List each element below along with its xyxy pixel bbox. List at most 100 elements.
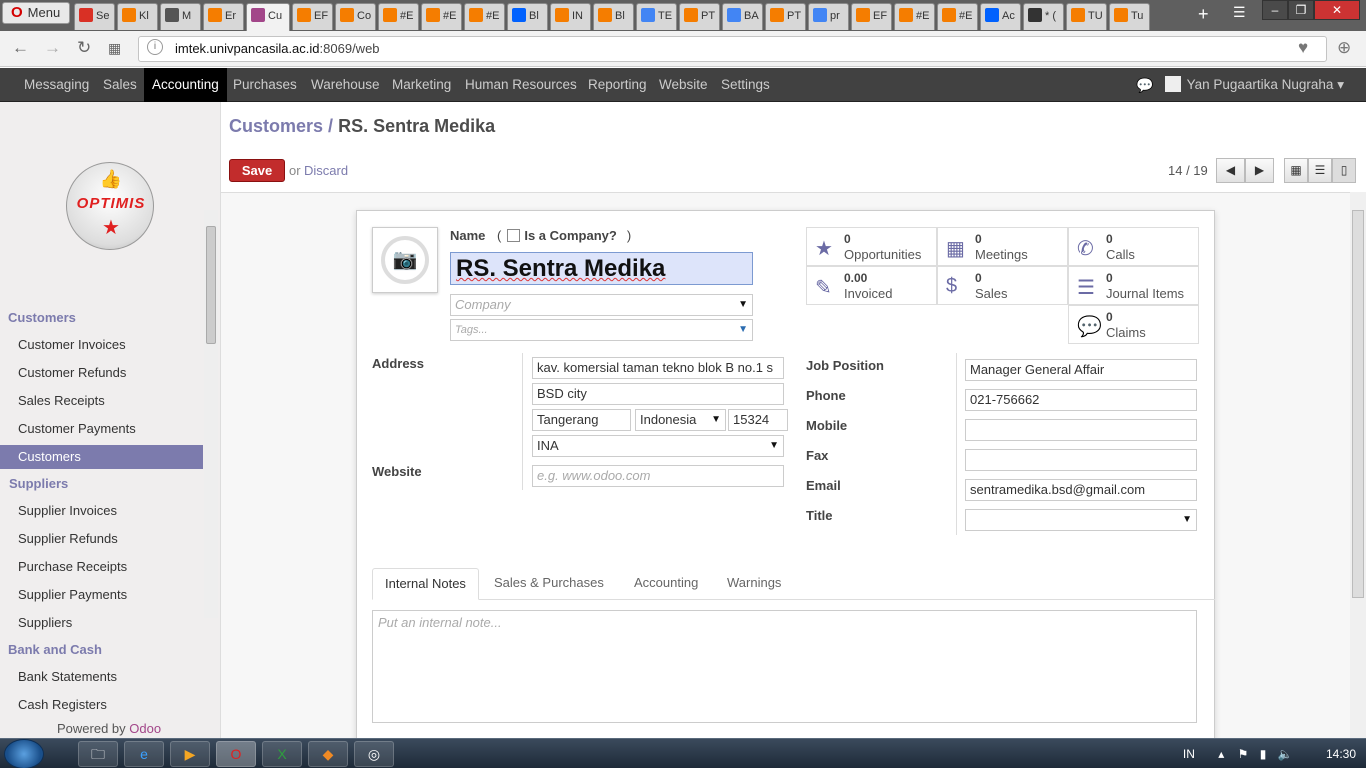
top-menu-reporting[interactable]: Reporting bbox=[588, 68, 647, 102]
user-menu[interactable]: Yan Pugaartika Nugraha ▾ bbox=[1164, 68, 1344, 102]
site-info-icon[interactable]: i bbox=[147, 39, 163, 55]
heart-icon[interactable]: ♥ bbox=[1298, 39, 1308, 57]
email-input[interactable]: sentramedika.bsd@gmail.com bbox=[965, 479, 1197, 501]
sidebar-scroll-thumb[interactable] bbox=[206, 226, 216, 344]
sidebar-item-bank-statements[interactable]: Bank Statements bbox=[0, 665, 203, 689]
close-window-button[interactable]: ✕ bbox=[1314, 0, 1360, 20]
network-icon[interactable]: ▮ bbox=[1260, 747, 1267, 761]
explorer-icon[interactable]: 🗀 bbox=[78, 741, 118, 767]
country-select[interactable]: Indonesia ▼ bbox=[635, 409, 726, 431]
sidebar-item-cash-registers[interactable]: Cash Registers bbox=[0, 693, 203, 717]
sidebar-section-bank-and-cash[interactable]: Bank and Cash bbox=[8, 642, 102, 657]
street-input[interactable]: kav. komersial taman tekno blok B no.1 s bbox=[532, 357, 784, 379]
top-menu-human-resources[interactable]: Human Resources bbox=[465, 68, 577, 102]
internal-notes-textarea[interactable]: Put an internal note... bbox=[372, 610, 1197, 723]
app-icon[interactable]: ◎ bbox=[354, 741, 394, 767]
forward-icon[interactable]: → bbox=[44, 39, 61, 57]
volume-icon[interactable]: 🔈 bbox=[1278, 747, 1293, 761]
chat-icon[interactable]: 💬 bbox=[1136, 68, 1153, 102]
discard-link[interactable]: Discard bbox=[304, 163, 348, 178]
zip-input[interactable]: 15324 bbox=[728, 409, 788, 431]
browser-tab[interactable]: Kl bbox=[117, 3, 158, 30]
browser-tab[interactable]: #E bbox=[421, 3, 462, 30]
media-player-icon[interactable]: ▶ bbox=[170, 741, 210, 767]
form-view-button[interactable]: ▯ bbox=[1332, 158, 1356, 183]
state-select[interactable]: INA ▼ bbox=[532, 435, 784, 457]
tray-arrow-icon[interactable]: ▴ bbox=[1218, 747, 1224, 761]
breadcrumb-customers-link[interactable]: Customers bbox=[229, 116, 323, 136]
clock[interactable]: 14:30 bbox=[1326, 747, 1356, 761]
browser-tab[interactable]: * ( bbox=[1023, 3, 1064, 30]
package-icon[interactable]: ◆ bbox=[308, 741, 348, 767]
sidebar-item-customer-invoices[interactable]: Customer Invoices bbox=[0, 333, 203, 357]
title-select[interactable]: ▼ bbox=[965, 509, 1197, 531]
odoo-link[interactable]: Odoo bbox=[129, 721, 161, 736]
company-select[interactable]: Company ▼ bbox=[450, 294, 753, 316]
top-menu-accounting[interactable]: Accounting bbox=[144, 68, 227, 102]
stat-button-opportunities[interactable]: ★ 0 Opportunities bbox=[806, 227, 937, 266]
maximize-button[interactable]: ❐ bbox=[1288, 0, 1314, 20]
browser-tab[interactable]: M bbox=[160, 3, 201, 30]
browser-tab[interactable]: #E bbox=[937, 3, 978, 30]
excel-icon[interactable]: X bbox=[262, 741, 302, 767]
mobile-input[interactable] bbox=[965, 419, 1197, 441]
browser-tab[interactable]: Bl bbox=[593, 3, 634, 30]
language-indicator[interactable]: IN bbox=[1183, 747, 1195, 761]
browser-tab[interactable]: pr bbox=[808, 3, 849, 30]
fax-input[interactable] bbox=[965, 449, 1197, 471]
browser-tab[interactable]: EF bbox=[292, 3, 333, 30]
browser-tab[interactable]: TU bbox=[1066, 3, 1107, 30]
internet-explorer-icon[interactable]: e bbox=[124, 741, 164, 767]
download-icon[interactable]: ⊕ bbox=[1337, 39, 1351, 57]
back-icon[interactable]: ← bbox=[12, 39, 29, 57]
website-input[interactable]: e.g. www.odoo.com bbox=[532, 465, 784, 487]
browser-tab[interactable]: Cu bbox=[246, 3, 290, 31]
stat-button-journal-items[interactable]: ☰ 0 Journal Items bbox=[1068, 266, 1199, 305]
sidebar-item-sales-receipts[interactable]: Sales Receipts bbox=[0, 389, 203, 413]
browser-tab[interactable]: IN bbox=[550, 3, 591, 30]
tab-internal-notes[interactable]: Internal Notes bbox=[372, 568, 479, 600]
name-input[interactable]: RS. Sentra Medika bbox=[450, 252, 753, 285]
sidebar-item-supplier-refunds[interactable]: Supplier Refunds bbox=[0, 527, 203, 551]
stat-button-calls[interactable]: ✆ 0 Calls bbox=[1068, 227, 1199, 266]
browser-tab[interactable]: EF bbox=[851, 3, 892, 30]
top-menu-sales[interactable]: Sales bbox=[103, 68, 137, 102]
browser-tab[interactable]: Tu bbox=[1109, 3, 1150, 30]
pager-next-button[interactable]: ▶ bbox=[1245, 158, 1274, 183]
sidebar-item-purchase-receipts[interactable]: Purchase Receipts bbox=[0, 555, 203, 579]
sidebar-item-supplier-payments[interactable]: Supplier Payments bbox=[0, 583, 203, 607]
top-menu-warehouse[interactable]: Warehouse bbox=[311, 68, 380, 102]
sidebar-item-supplier-invoices[interactable]: Supplier Invoices bbox=[0, 499, 203, 523]
street2-input[interactable]: BSD city bbox=[532, 383, 784, 405]
save-button[interactable]: Save bbox=[229, 159, 285, 182]
url-field[interactable]: imtek.univpancasila.ac.id:8069/web bbox=[138, 36, 1327, 62]
flag-icon[interactable]: ⚑ bbox=[1238, 747, 1249, 761]
opera-menu-button[interactable]: O Menu bbox=[2, 2, 70, 24]
browser-tab[interactable]: #E bbox=[894, 3, 935, 30]
stat-button-sales[interactable]: $0 Sales bbox=[937, 266, 1068, 305]
is-company-checkbox[interactable] bbox=[507, 229, 521, 242]
sidebar-section-suppliers[interactable]: Suppliers bbox=[9, 476, 68, 491]
tags-input[interactable]: Tags... ▼ bbox=[450, 319, 753, 341]
browser-tab[interactable]: #E bbox=[464, 3, 505, 30]
phone-input[interactable]: 021-756662 bbox=[965, 389, 1197, 411]
top-menu-messaging[interactable]: Messaging bbox=[24, 68, 89, 102]
list-view-button[interactable]: ☰ bbox=[1308, 158, 1332, 183]
top-menu-settings[interactable]: Settings bbox=[721, 68, 770, 102]
tab-warnings[interactable]: Warnings bbox=[715, 568, 793, 600]
top-menu-marketing[interactable]: Marketing bbox=[392, 68, 451, 102]
kanban-view-button[interactable]: ▦ bbox=[1284, 158, 1308, 183]
minimize-button[interactable]: – bbox=[1262, 0, 1288, 20]
new-tab-icon[interactable]: + bbox=[1198, 4, 1209, 25]
browser-tab[interactable]: Se bbox=[74, 3, 115, 30]
partner-photo[interactable]: 📷 bbox=[372, 227, 438, 293]
job-position-input[interactable]: Manager General Affair bbox=[965, 359, 1197, 381]
stat-button-meetings[interactable]: ▦ 0 Meetings bbox=[937, 227, 1068, 266]
browser-tab[interactable]: #E bbox=[378, 3, 419, 30]
browser-tab[interactable]: PT bbox=[679, 3, 720, 30]
browser-tab[interactable]: Bl bbox=[507, 3, 548, 30]
city-input[interactable]: Tangerang bbox=[532, 409, 631, 431]
browser-tab[interactable]: Er bbox=[203, 3, 244, 30]
sidebar-item-customer-payments[interactable]: Customer Payments bbox=[0, 417, 203, 441]
sidebar-section-customers[interactable]: Customers bbox=[8, 310, 76, 325]
